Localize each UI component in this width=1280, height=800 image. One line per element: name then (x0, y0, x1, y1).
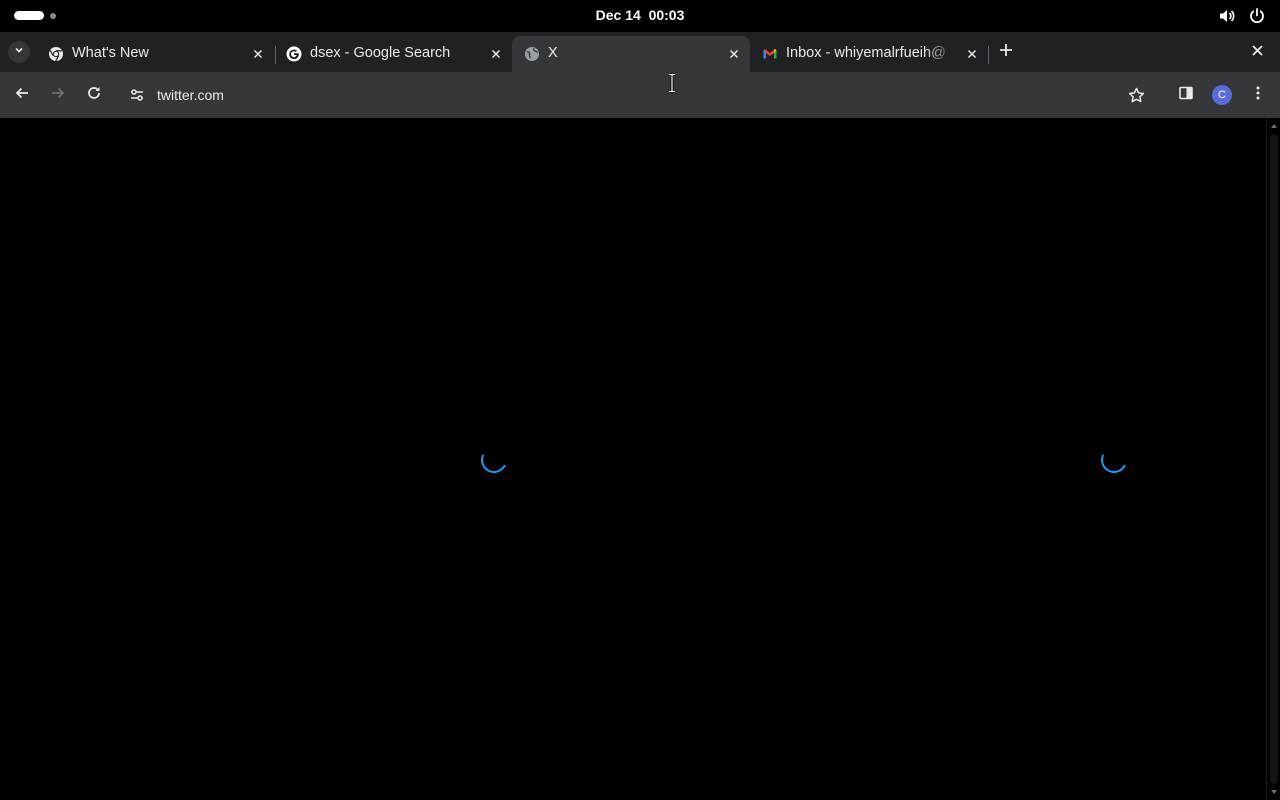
workspace-indicator (50, 12, 56, 19)
side-panel-button[interactable] (1174, 83, 1198, 107)
system-top-bar: Dec 14 00:03 (0, 0, 1280, 32)
scroll-up-arrow-icon[interactable] (1270, 122, 1278, 130)
reload-icon (86, 85, 102, 106)
back-button[interactable] (10, 83, 34, 107)
side-panel-icon (1178, 85, 1194, 106)
new-tab-button[interactable] (994, 40, 1018, 64)
bookmark-star-icon[interactable] (1126, 85, 1146, 105)
tab-whats-new[interactable]: What's New (36, 36, 274, 72)
profile-avatar[interactable]: C (1212, 85, 1232, 105)
tab-x[interactable]: X (512, 36, 750, 72)
scroll-down-arrow-icon[interactable] (1270, 788, 1278, 796)
text-cursor-icon (669, 73, 675, 93)
clock: Dec 14 00:03 (0, 7, 1280, 23)
url-text[interactable]: twitter.com (157, 87, 224, 103)
arrow-left-icon (14, 85, 30, 106)
page-content (0, 118, 1266, 800)
address-bar[interactable]: twitter.com (120, 78, 1160, 112)
chrome-icon (48, 46, 64, 62)
tab-search-button[interactable] (8, 41, 30, 63)
clock-date[interactable]: Dec 14 (596, 7, 641, 23)
close-icon[interactable] (726, 46, 742, 62)
activities-indicator[interactable] (14, 11, 56, 20)
tab-strip: What's New dsex - Google Search X Inbox … (0, 32, 1280, 72)
scrollbar-thumb[interactable] (1270, 134, 1278, 784)
browser-toolbar: twitter.com (0, 72, 1280, 118)
reload-button[interactable] (82, 83, 106, 107)
arrow-right-icon (50, 85, 66, 106)
tab-title: What's New (72, 45, 149, 61)
plus-icon (999, 43, 1013, 62)
volume-icon[interactable] (1218, 7, 1236, 25)
vertical-scrollbar[interactable] (1266, 118, 1280, 800)
tab-gmail-inbox[interactable]: Inbox - whiyemalrfueih@ (750, 36, 988, 72)
power-icon[interactable] (1248, 7, 1266, 25)
kebab-menu-icon (1250, 85, 1266, 106)
google-icon (286, 46, 302, 62)
close-icon (1251, 43, 1263, 61)
chrome-menu-button[interactable] (1246, 83, 1270, 107)
tab-separator (988, 46, 989, 64)
tab-title: Inbox - whiyemalrfueih@ (786, 45, 946, 61)
close-icon[interactable] (250, 46, 266, 62)
window-close-button[interactable] (1247, 42, 1267, 62)
close-icon[interactable] (488, 46, 504, 62)
gmail-icon (762, 46, 778, 62)
chevron-down-icon (13, 43, 25, 61)
forward-button[interactable] (46, 83, 70, 107)
tab-google-search[interactable]: dsex - Google Search (274, 36, 512, 72)
workspace-active-indicator (14, 11, 44, 20)
loading-spinner (1097, 443, 1131, 477)
site-settings-icon[interactable] (128, 86, 146, 104)
tab-title: X (548, 45, 558, 61)
globe-icon (524, 46, 540, 62)
close-icon[interactable] (964, 46, 980, 62)
loading-spinner (477, 443, 511, 477)
clock-time[interactable]: 00:03 (649, 7, 685, 23)
tab-title: dsex - Google Search (310, 45, 451, 61)
